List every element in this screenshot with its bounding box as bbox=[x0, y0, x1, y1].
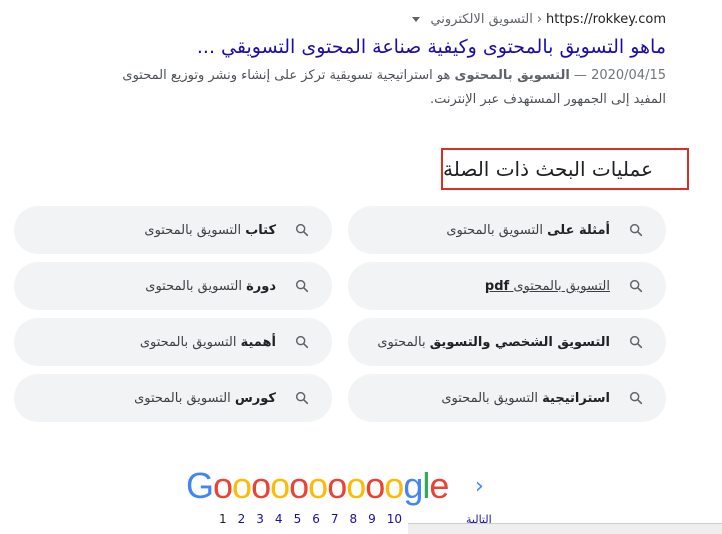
next-page-chevron-icon[interactable]: › bbox=[475, 474, 484, 499]
page-number-7[interactable]: 7 bbox=[331, 512, 339, 526]
search-icon bbox=[629, 223, 643, 237]
snippet-bold-term: التسويق بالمحتوى bbox=[454, 68, 570, 83]
page-number-8[interactable]: 8 bbox=[349, 512, 357, 526]
related-chip-text: كتاب التسويق بالمحتوى bbox=[144, 222, 276, 238]
related-chip-text: استراتيجية التسويق بالمحتوى bbox=[441, 390, 610, 406]
result-snippet: 2020/04/15 — التسويق بالمحتوى هو استراتي… bbox=[106, 64, 666, 112]
search-icon bbox=[629, 391, 643, 405]
logo-o-letter: o bbox=[232, 465, 252, 506]
breadcrumb-separator: › bbox=[536, 12, 543, 27]
logo-o-letter: o bbox=[365, 465, 385, 506]
pagination-logo: Goooooooooogle bbox=[186, 465, 449, 506]
related-chip-shakhsi[interactable]: التسويق الشخصي والتسويق بالمحتوى bbox=[348, 318, 666, 366]
related-chip-text: دورة التسويق بالمحتوى bbox=[145, 278, 276, 294]
related-chip-text: التسويق الشخصي والتسويق بالمحتوى bbox=[377, 334, 610, 350]
logo-o-letter: o bbox=[384, 465, 404, 506]
result-title-link[interactable]: ماهو التسويق بالمحتوى وكيفية صناعة المحت… bbox=[197, 36, 666, 58]
search-icon bbox=[295, 391, 309, 405]
page-number-4[interactable]: 4 bbox=[275, 512, 283, 526]
related-chip-amthila[interactable]: أمثلة على التسويق بالمحتوى bbox=[348, 206, 666, 254]
logo-o-letter: o bbox=[213, 465, 233, 506]
page-number-2[interactable]: 2 bbox=[238, 512, 246, 526]
page-number-5[interactable]: 5 bbox=[294, 512, 302, 526]
related-chip-pdf[interactable]: التسويق بالمحتوى pdf bbox=[348, 262, 666, 310]
result-menu-arrow-icon[interactable] bbox=[412, 17, 421, 22]
related-searches-grid: كتاب التسويق بالمحتوى أمثلة على التسويق … bbox=[14, 206, 666, 422]
search-icon bbox=[629, 335, 643, 349]
related-chip-istratijiya[interactable]: استراتيجية التسويق بالمحتوى bbox=[348, 374, 666, 422]
search-icon bbox=[629, 279, 643, 293]
logo-o-letter: o bbox=[289, 465, 309, 506]
page-number-10[interactable]: 10 bbox=[387, 512, 402, 526]
related-chip-text: أهمية التسويق بالمحتوى bbox=[139, 334, 276, 350]
breadcrumb-path: التسويق الالكتروني bbox=[430, 12, 533, 27]
page-number-1: 1 bbox=[219, 512, 227, 526]
search-icon bbox=[295, 223, 309, 237]
logo-o-letter: o bbox=[251, 465, 271, 506]
breadcrumb-url[interactable]: https://rokkey.com bbox=[546, 12, 666, 27]
related-chip-dawra[interactable]: دورة التسويق بالمحتوى bbox=[14, 262, 332, 310]
related-chip-text: أمثلة على التسويق بالمحتوى bbox=[446, 222, 610, 238]
logo-o-letter: o bbox=[270, 465, 290, 506]
snippet-date: 2020/04/15 bbox=[591, 68, 666, 83]
related-searches-heading: عمليات البحث ذات الصلة bbox=[441, 148, 689, 190]
search-icon bbox=[295, 335, 309, 349]
related-chip-text: التسويق بالمحتوى pdf bbox=[484, 278, 610, 294]
related-chip-ahamiya[interactable]: أهمية التسويق بالمحتوى bbox=[14, 318, 332, 366]
page-number-9[interactable]: 9 bbox=[368, 512, 376, 526]
logo-o-letter: o bbox=[327, 465, 347, 506]
page-number-6[interactable]: 6 bbox=[312, 512, 320, 526]
related-chip-kors[interactable]: كورس التسويق بالمحتوى bbox=[14, 374, 332, 422]
logo-o-letter: o bbox=[308, 465, 328, 506]
related-searches-heading-text: عمليات البحث ذات الصلة bbox=[443, 157, 654, 181]
related-chip-kitab[interactable]: كتاب التسويق بالمحتوى bbox=[14, 206, 332, 254]
page-number-3[interactable]: 3 bbox=[256, 512, 264, 526]
related-chip-text: كورس التسويق بالمحتوى bbox=[134, 390, 276, 406]
logo-o-letter: o bbox=[346, 465, 366, 506]
result-breadcrumb: التسويق الالكتروني › https://rokkey.com bbox=[412, 12, 666, 27]
overlay-bar bbox=[408, 523, 722, 534]
search-icon bbox=[295, 279, 309, 293]
google-logo: Goooooooooogle bbox=[186, 465, 449, 506]
page-numbers: 1 2 3 4 5 6 7 8 9 10 bbox=[219, 512, 402, 526]
snippet-dash: — bbox=[569, 68, 592, 83]
